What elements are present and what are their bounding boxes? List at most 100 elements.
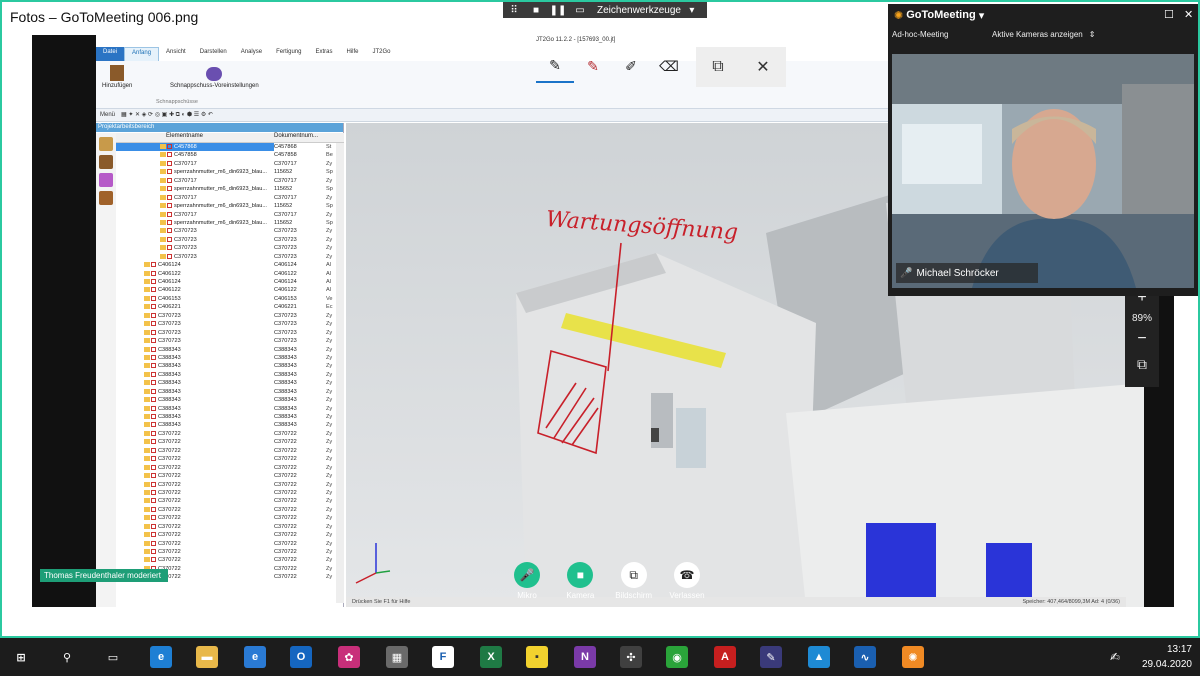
tree-row[interactable]: C406221 C406221 Ec	[116, 303, 344, 311]
tab-extras[interactable]: Extras	[308, 47, 339, 61]
tab-jt2go[interactable]: JT2Go	[366, 47, 398, 61]
show-cameras-toggle[interactable]: Aktive Kameras anzeigen	[992, 30, 1083, 39]
snapshot-settings-button[interactable]: Schnappschuss-Voreinstellungen	[170, 63, 259, 89]
tree-row[interactable]: C388343 C388343 Zy	[116, 379, 344, 387]
highlighter-icon[interactable]: ✐	[612, 49, 650, 83]
tree-scrollbar[interactable]	[336, 143, 344, 603]
tab-anfang[interactable]: Anfang	[124, 47, 160, 61]
layers-icon[interactable]	[99, 173, 113, 187]
tree-row[interactable]: C388343 C388343 Zy	[116, 371, 344, 379]
app-pencil-icon[interactable]: ✎	[760, 646, 782, 668]
tree-row[interactable]: C370722 C370722 Zy	[116, 455, 344, 463]
task-view-icon[interactable]: ▭	[102, 646, 124, 668]
app-f-icon[interactable]: F	[432, 646, 454, 668]
tree-row[interactable]: C388343 C388343 Zy	[116, 413, 344, 421]
tree-row[interactable]: C370722 C370722 Zy	[116, 556, 344, 564]
tab-hilfe[interactable]: Hilfe	[339, 47, 365, 61]
sort-icon[interactable]: ⇕	[1089, 30, 1096, 39]
microphone-button[interactable]: 🎤 Mikro	[502, 562, 552, 606]
windows-start-icon[interactable]: ⊞	[10, 646, 32, 668]
network-icon[interactable]: ✣	[620, 646, 642, 668]
tree-row[interactable]: C370723 C370723 Zy	[116, 244, 344, 252]
eraser-icon[interactable]: ⌫	[650, 49, 688, 83]
tree-row[interactable]: C406153 C406153 Ve	[116, 295, 344, 303]
whiteboard-icon[interactable]: ∿	[854, 646, 876, 668]
close-icon[interactable]: ✕	[1184, 8, 1193, 21]
app-green-icon[interactable]: ◉	[666, 646, 688, 668]
tree-row[interactable]: C370722 C370722 Zy	[116, 481, 344, 489]
tree-row[interactable]: C370723 C370723 Zy	[116, 320, 344, 328]
tree-row[interactable]: C370722 C370722 Zy	[116, 506, 344, 514]
tree-row[interactable]: C388343 C388343 Zy	[116, 354, 344, 362]
tab-analyse[interactable]: Analyse	[234, 47, 269, 61]
internet-explorer-icon[interactable]: e	[244, 646, 266, 668]
leave-button[interactable]: ☎ Verlassen	[662, 562, 712, 606]
sticky-notes-icon[interactable]: ▪	[526, 646, 548, 668]
tree-row[interactable]: C370722 C370722 Zy	[116, 514, 344, 522]
tree-row[interactable]: C370717 C370717 Zy	[116, 177, 344, 185]
tree-row[interactable]: C370723 C370723 Zy	[116, 227, 344, 235]
tree-row[interactable]: sperrzahnmutter_m6_din6923_blau... 115652…	[116, 219, 344, 227]
zoom-out-button[interactable]: −	[1125, 330, 1159, 348]
tree-row[interactable]: C370722 C370722 Zy	[116, 523, 344, 531]
restore-icon[interactable]: ☐	[1164, 8, 1174, 21]
close-drawing-icon[interactable]: ✕	[756, 57, 769, 77]
tree-row[interactable]: C370717 C370717 Zy	[116, 211, 344, 219]
tree-row[interactable]: sperrzahnmutter_m6_din6923_blau... 115652…	[116, 202, 344, 210]
tree-row[interactable]: C370717 C370717 Zy	[116, 160, 344, 168]
tree-row[interactable]: C406122 C406122 Al	[116, 270, 344, 278]
tree-row[interactable]: C457858 C457858 Be	[116, 151, 344, 159]
pen-red-icon[interactable]: ✎	[574, 49, 612, 83]
tree-row[interactable]: C370722 C370722 Zy	[116, 548, 344, 556]
add-button[interactable]: Hinzufügen	[102, 63, 132, 89]
tab-datei[interactable]: Datei	[96, 47, 125, 61]
tree-row[interactable]: C388343 C388343 Zy	[116, 388, 344, 396]
system-clock[interactable]: 13:17 29.04.2020	[1142, 642, 1192, 672]
copy-icon[interactable]: ⧉	[712, 58, 723, 76]
acrobat-icon[interactable]: A	[714, 646, 736, 668]
tab-fertigung[interactable]: Fertigung	[269, 47, 308, 61]
book-icon[interactable]	[99, 155, 113, 169]
drawing-tools-menu[interactable]: Zeichenwerkzeuge	[597, 5, 681, 16]
tree-row[interactable]: C457868 C457868 St	[116, 143, 344, 152]
stop-icon[interactable]: ■	[525, 5, 547, 16]
copy-icon[interactable]: ⧉	[1125, 356, 1159, 373]
outlook-icon[interactable]: O	[290, 646, 312, 668]
tree-row[interactable]: C406124 C406124 Al	[116, 278, 344, 286]
tree-row[interactable]: C370722 C370722 Zy	[116, 472, 344, 480]
tree-row[interactable]: C370722 C370722 Zy	[116, 464, 344, 472]
tree-row[interactable]: C406122 C406122 Al	[116, 286, 344, 294]
menu-button[interactable]: Menü	[100, 112, 115, 118]
toolbar-icons[interactable]: ▦ ✦ ✕ ◈ ⟳ ◎ ▣ ✚ ⧉ ◐ ⬢ ☰ ⚙ ↶	[121, 111, 213, 119]
pen-black-icon[interactable]: ✎	[536, 49, 574, 83]
photos-icon[interactable]: ▲	[808, 646, 830, 668]
tree-row[interactable]: C388343 C388343 Zy	[116, 421, 344, 429]
tree-row[interactable]: C388343 C388343 Zy	[116, 405, 344, 413]
tree-row[interactable]: C370717 C370717 Zy	[116, 194, 344, 202]
excel-icon[interactable]: X	[480, 646, 502, 668]
column-document-number[interactable]: Dokumentnum...	[274, 133, 344, 142]
tree-row[interactable]: C388343 C388343 Zy	[116, 346, 344, 354]
file-explorer-icon[interactable]: ▬	[196, 646, 218, 668]
chevron-down-icon[interactable]: ▾	[979, 9, 985, 22]
tab-ansicht[interactable]: Ansicht	[159, 47, 193, 61]
chevron-down-icon[interactable]: ▾	[681, 5, 703, 16]
folder-icon[interactable]	[99, 137, 113, 151]
tree-row[interactable]: C370722 C370722 Zy	[116, 497, 344, 505]
tree-row[interactable]: C406124 C406124 Al	[116, 261, 344, 269]
tree-row[interactable]: C370723 C370723 Zy	[116, 337, 344, 345]
gotomeeting-brand[interactable]: GoToMeeting	[906, 9, 975, 21]
pen-ink-icon[interactable]: ✍	[1104, 646, 1126, 668]
tree-row[interactable]: sperrzahnmutter_m6_din6923_blau... 115652…	[116, 185, 344, 193]
gotomeeting-taskbar-icon[interactable]: ✺	[902, 646, 924, 668]
tree-row[interactable]: sperrzahnmutter_m6_din6923_blau... 115652…	[116, 168, 344, 176]
tree-row[interactable]: C370722 C370722 Zy	[116, 531, 344, 539]
tree-row[interactable]: C370722 C370722 Zy	[116, 438, 344, 446]
tree-row[interactable]: C370722 C370722 Zy	[116, 489, 344, 497]
tree-row[interactable]: C388343 C388343 Zy	[116, 396, 344, 404]
tab-darstellen[interactable]: Darstellen	[193, 47, 234, 61]
edge-icon[interactable]: e	[150, 646, 172, 668]
onenote-icon[interactable]: N	[574, 646, 596, 668]
app-icon[interactable]: ✿	[338, 646, 360, 668]
search-icon[interactable]: ⚲	[56, 646, 78, 668]
